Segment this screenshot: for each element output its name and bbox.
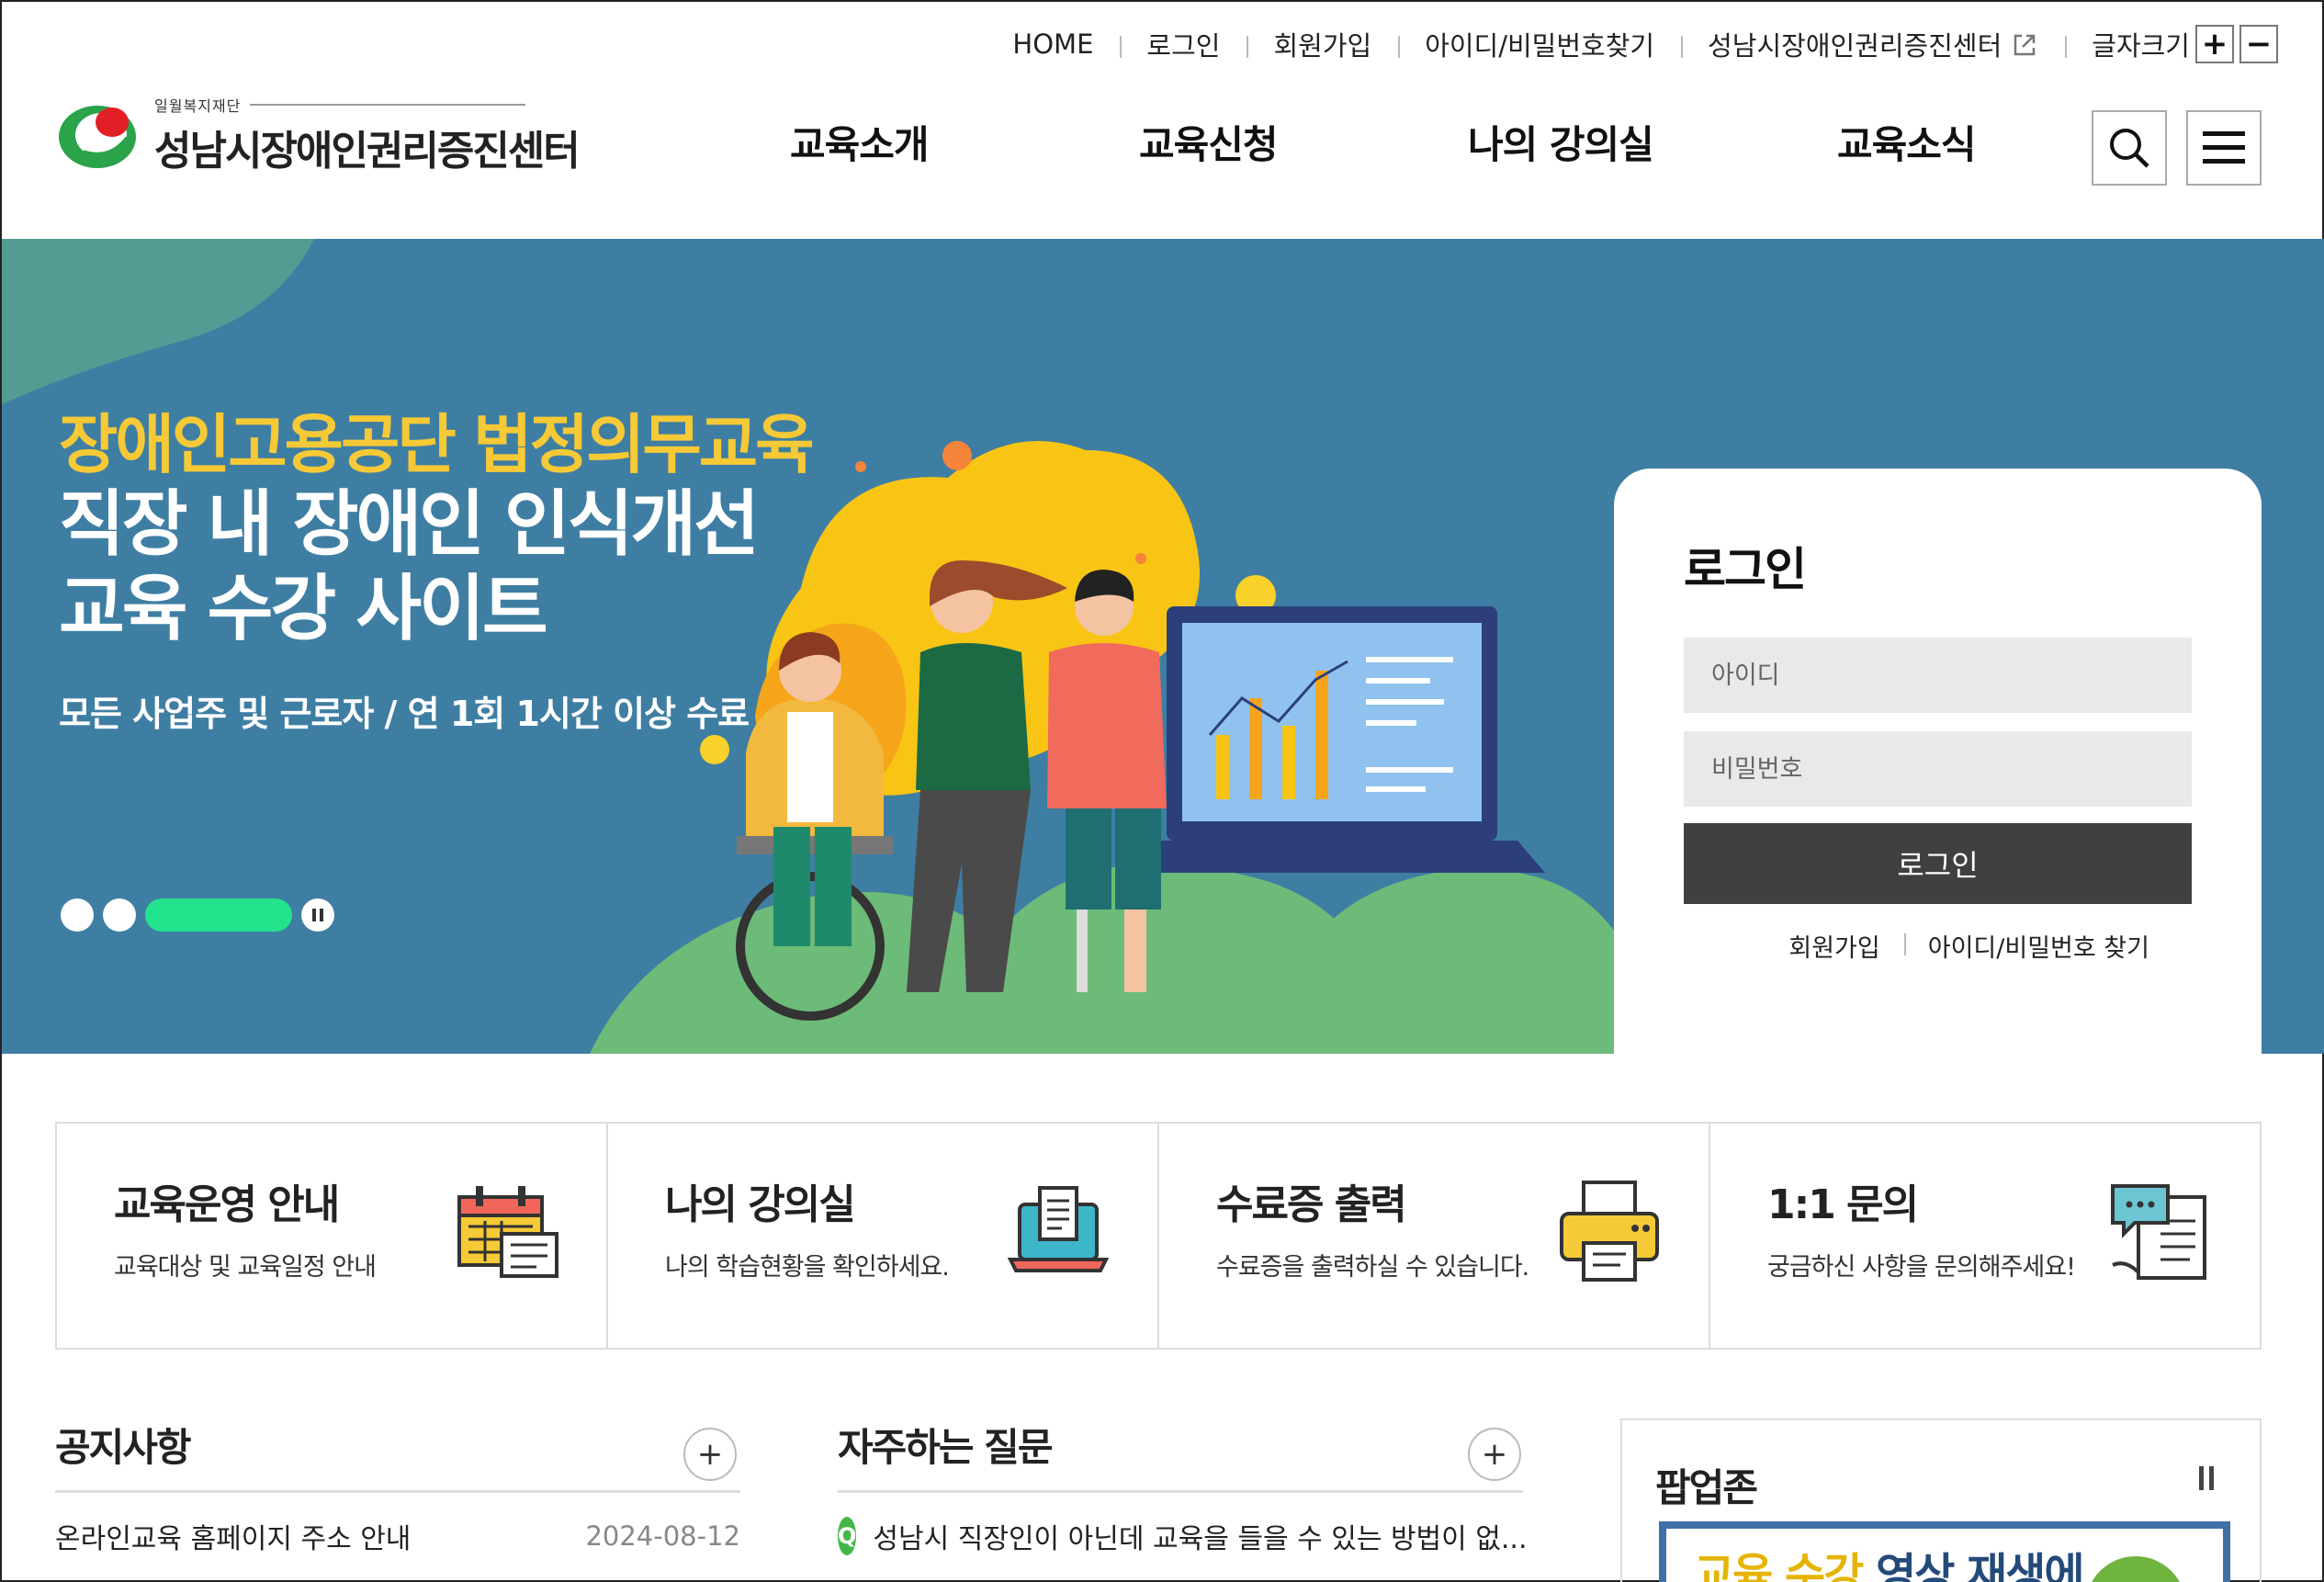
- popup-pause-button[interactable]: [2199, 1466, 2214, 1490]
- popup-zone: 팝업존 교육 수강 영상 재생에: [1620, 1418, 2262, 1582]
- popup-banner[interactable]: 교육 수강 영상 재생에: [1659, 1521, 2230, 1582]
- notice-title: 공지사항: [55, 1425, 192, 1470]
- util-center-link[interactable]: 성남시장애인권리증진센터: [1681, 25, 2065, 63]
- nav-item-education-news[interactable]: 교육소식: [1837, 114, 1977, 170]
- login-password-input[interactable]: [1684, 731, 2192, 807]
- menu-button[interactable]: [2186, 110, 2262, 186]
- font-size-decrease-button[interactable]: −: [2239, 25, 2278, 63]
- logo-subtitle: 일월복지재단: [154, 94, 579, 116]
- site-logo[interactable]: 일월복지재단 성남시장애인권리증진센터: [55, 94, 581, 176]
- logo-title: 성남시장애인권리증진센터: [154, 128, 581, 175]
- login-title: 로그인: [1684, 543, 1807, 596]
- search-button[interactable]: [2092, 110, 2167, 186]
- nav-item-education-apply[interactable]: 교육신청: [1139, 114, 1279, 170]
- foundation-logo-icon: [59, 106, 136, 168]
- quick-item-my-classroom[interactable]: 나의 강의실 나의 학습현황을 확인하세요.: [606, 1124, 1157, 1348]
- nav-item-my-classroom[interactable]: 나의 강의실: [1468, 114, 1654, 170]
- login-panel: 로그인 로그인 회원가입 아이디/비밀번호 찾기: [1614, 469, 2262, 1054]
- hero-subtitle: 모든 사업주 및 근로자 / 연 1회 1시간 이상 수료: [59, 694, 750, 734]
- search-icon: [2110, 129, 2149, 168]
- utility-nav: HOME 로그인 회원가입 아이디/비밀번호찾기 성남시장애인권리증진센터 글자…: [986, 22, 2278, 66]
- pause-icon: [312, 909, 316, 921]
- pause-icon-bar: [320, 909, 323, 921]
- util-signup-link[interactable]: 회원가입: [1247, 25, 1398, 63]
- hamburger-menu-icon: [2203, 131, 2245, 164]
- laptop-document-icon: [1007, 1186, 1110, 1272]
- font-size-label: 글자크기: [2092, 30, 2190, 62]
- faq-item[interactable]: Q 성남시 직장인이 아닌데 교육을 들을 수 있는 방법이 없...: [838, 1516, 1528, 1556]
- util-find-account-link[interactable]: 아이디/비밀번호찾기: [1398, 25, 1681, 63]
- popup-banner-text-highlight: 교육 수강: [1694, 1549, 1864, 1582]
- login-links: 회원가입 아이디/비밀번호 찾기: [1684, 928, 2192, 964]
- nav-item-education-intro[interactable]: 교육소개: [790, 114, 930, 170]
- util-center-label: 성남시장애인권리증진센터: [1708, 30, 2002, 62]
- faq-board: 자주하는 질문 + Q 성남시 직장인이 아닌데 교육을 들을 수 있는 방법이…: [838, 1417, 1528, 1555]
- notice-item-date: 2024-08-12: [585, 1520, 740, 1552]
- popup-zone-title: 팝업존: [1655, 1465, 1758, 1510]
- notice-item[interactable]: 온라인교육 홈페이지 주소 안내 2024-08-12: [55, 1516, 740, 1556]
- pause-icon: [2199, 1466, 2204, 1490]
- faq-more-button[interactable]: +: [1468, 1428, 1521, 1481]
- chat-inquiry-icon: [2111, 1184, 2206, 1280]
- quick-menu: 교육운영 안내 교육대상 및 교육일정 안내 나의 강의실 나의 학습현황을 확…: [55, 1122, 2262, 1350]
- slide-dot-1[interactable]: [61, 898, 94, 932]
- util-login-link[interactable]: 로그인: [1120, 25, 1247, 63]
- notice-item-title: 온라인교육 홈페이지 주소 안내: [55, 1523, 412, 1555]
- notice-divider: [55, 1490, 740, 1493]
- notice-more-button[interactable]: +: [683, 1428, 737, 1481]
- font-size-increase-button[interactable]: +: [2195, 25, 2234, 63]
- faq-divider: [838, 1490, 1523, 1493]
- faq-item-title: 성남시 직장인이 아닌데 교육을 들을 수 있는 방법이 없...: [873, 1523, 1528, 1555]
- quick-item-education-guide[interactable]: 교육운영 안내 교육대상 및 교육일정 안내: [57, 1124, 606, 1348]
- calendar-icon: [457, 1186, 558, 1278]
- slide-dot-3[interactable]: [145, 898, 292, 932]
- hero-title-line2: 교육 수강 사이트: [59, 568, 548, 650]
- util-home-link[interactable]: HOME: [986, 28, 1120, 60]
- login-find-account-link[interactable]: 아이디/비밀번호 찾기: [1903, 928, 2173, 964]
- hero-title: 직장 내 장애인 인식개선 교육 수강 사이트: [59, 482, 760, 651]
- external-link-icon: [2014, 34, 2036, 56]
- notice-board: 공지사항 + 온라인교육 홈페이지 주소 안내 2024-08-12: [55, 1417, 740, 1555]
- pause-icon-bar: [2209, 1466, 2214, 1490]
- slide-dot-2[interactable]: [103, 898, 136, 932]
- quick-item-certificate-print[interactable]: 수료증 출력 수료증을 출력하실 수 있습니다.: [1157, 1124, 1709, 1348]
- hero-title-line1: 직장 내 장애인 인식개선: [59, 483, 760, 566]
- login-submit-button[interactable]: 로그인: [1684, 823, 2192, 904]
- printer-icon: [1560, 1181, 1659, 1282]
- quick-item-inquiry[interactable]: 1:1 문의 궁금하신 사항을 문의해주세요!: [1709, 1124, 2260, 1348]
- faq-q-badge: Q: [838, 1517, 857, 1555]
- login-signup-link[interactable]: 회원가입: [1765, 928, 1903, 964]
- hero-slider-controls: [61, 898, 334, 932]
- hero-eyebrow: 장애인고용공단 법정의무교육: [59, 407, 815, 482]
- slider-pause-button[interactable]: [301, 898, 334, 932]
- login-id-input[interactable]: [1684, 638, 2192, 713]
- faq-title: 자주하는 질문: [838, 1425, 1053, 1470]
- popup-banner-text-rest: 영상 재생에: [1862, 1549, 2085, 1582]
- font-size-control: 글자크기 + −: [2065, 25, 2278, 63]
